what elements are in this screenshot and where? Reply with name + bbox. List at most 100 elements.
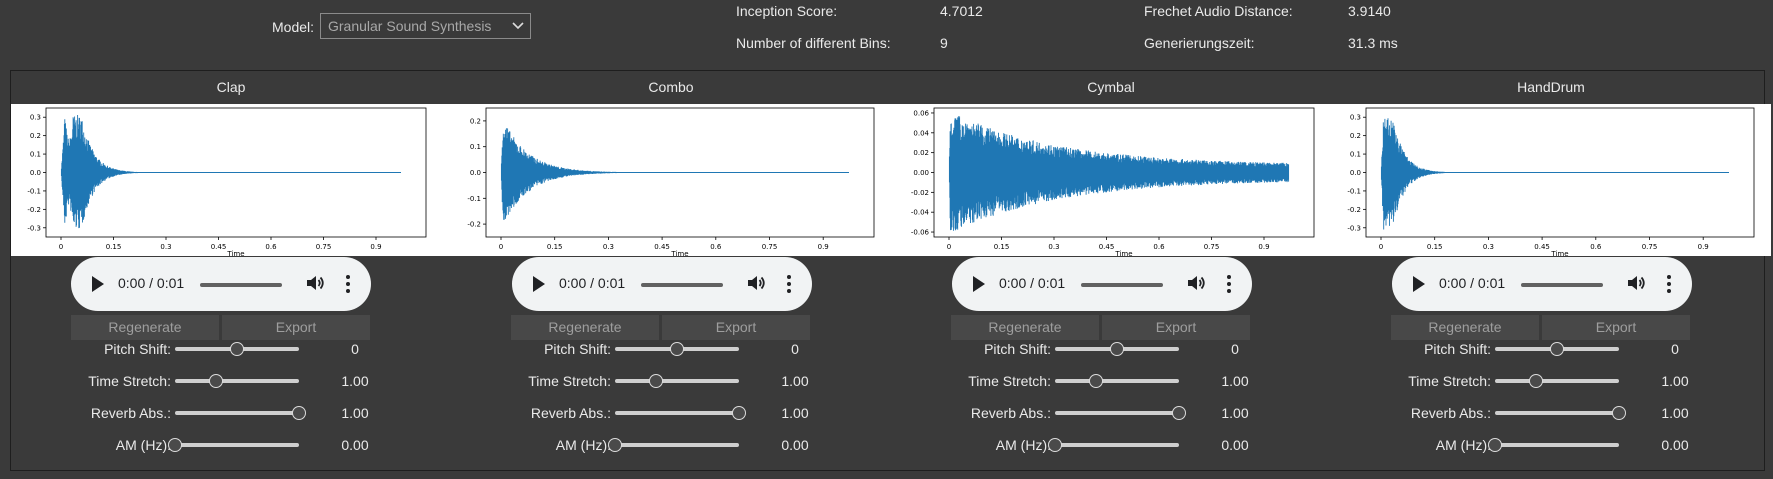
volume-icon[interactable] bbox=[1626, 273, 1646, 293]
control-value: 1.00 bbox=[781, 405, 809, 421]
audio-progress-track[interactable] bbox=[200, 283, 282, 287]
play-icon[interactable] bbox=[973, 276, 985, 292]
slider-thumb[interactable] bbox=[1088, 374, 1103, 388]
slider-thumb[interactable] bbox=[1172, 406, 1186, 420]
slider-thumb[interactable] bbox=[1612, 406, 1626, 420]
x-tick-label: 0.75 bbox=[1642, 243, 1658, 251]
slider-track[interactable] bbox=[1055, 411, 1179, 415]
play-icon[interactable] bbox=[92, 276, 104, 292]
control-value: 0 bbox=[791, 341, 799, 357]
x-tick-label: 0.9 bbox=[1698, 243, 1709, 251]
control-label: Reverb Abs.: bbox=[90, 405, 171, 421]
slider-track[interactable] bbox=[1495, 443, 1619, 447]
control-label: Time Stretch: bbox=[528, 373, 611, 389]
model-select[interactable]: Granular Sound Synthesis bbox=[320, 13, 531, 39]
slider-track[interactable] bbox=[1055, 379, 1179, 383]
bins-label: Number of different Bins: bbox=[736, 35, 891, 51]
x-tick-label: 0.75 bbox=[1204, 243, 1220, 251]
waveform-plot: 0.3 0.2 0.1 0.0 -0.1 -0.2 -0.3 0 0.15 0.3 0.45 0.6 0… bbox=[11, 104, 451, 256]
y-tick-label: -0.3 bbox=[1347, 224, 1361, 232]
slider-thumb[interactable] bbox=[292, 406, 306, 420]
slider-thumb[interactable] bbox=[1528, 374, 1543, 388]
control-value: 0.00 bbox=[341, 437, 369, 453]
regenerate-button[interactable]: Regenerate bbox=[511, 315, 659, 340]
audio-progress-track[interactable] bbox=[1081, 283, 1163, 287]
slider-track[interactable] bbox=[175, 443, 299, 447]
audio-player[interactable]: 0:00 / 0:01 bbox=[952, 257, 1252, 311]
fad-value: 3.9140 bbox=[1348, 3, 1391, 19]
audio-time: 0:00 / 0:01 bbox=[999, 275, 1066, 291]
export-button[interactable]: Export bbox=[1102, 315, 1250, 340]
y-tick-label: 0.00 bbox=[913, 169, 929, 177]
more-vert-icon[interactable] bbox=[345, 274, 351, 294]
x-tick-label: 0.9 bbox=[1258, 243, 1269, 251]
regenerate-button[interactable]: Regenerate bbox=[951, 315, 1099, 340]
play-icon[interactable] bbox=[1413, 276, 1425, 292]
slider-thumb[interactable] bbox=[1550, 342, 1564, 356]
x-tick-label: 0 bbox=[1379, 243, 1383, 251]
slider-track[interactable] bbox=[1495, 411, 1619, 415]
slider-thumb[interactable] bbox=[230, 342, 244, 356]
regenerate-button[interactable]: Regenerate bbox=[1391, 315, 1539, 340]
waveform-chart: 0.06 0.04 0.02 0.00 -0.02 -0.04 -0.06 0 0.15 0.3 0… bbox=[911, 107, 1315, 256]
slider-track[interactable] bbox=[1055, 443, 1179, 447]
sound-column: Clap 0.3 0.2 0.1 0.0 -0.1 -0.2 -0.3 0 0.15 0.3 0.45… bbox=[11, 71, 451, 471]
x-tick-label: 0.45 bbox=[654, 243, 670, 251]
slider-thumb[interactable] bbox=[208, 374, 223, 388]
slider-thumb[interactable] bbox=[732, 406, 746, 420]
export-button[interactable]: Export bbox=[662, 315, 810, 340]
slider-thumb[interactable] bbox=[168, 438, 182, 452]
volume-icon[interactable] bbox=[746, 273, 766, 293]
fad-label: Frechet Audio Distance: bbox=[1144, 3, 1293, 19]
audio-time: 0:00 / 0:01 bbox=[559, 275, 626, 291]
audio-progress-track[interactable] bbox=[1521, 283, 1603, 287]
volume-icon[interactable] bbox=[305, 273, 325, 293]
y-tick-label: 0.3 bbox=[30, 114, 41, 122]
x-tick-label: 0.45 bbox=[1534, 243, 1550, 251]
regenerate-button[interactable]: Regenerate bbox=[71, 315, 219, 340]
x-tick-label: 0.3 bbox=[603, 243, 614, 251]
more-vert-icon[interactable] bbox=[1226, 274, 1232, 294]
slider-thumb[interactable] bbox=[608, 438, 622, 452]
control-value: 1.00 bbox=[341, 405, 369, 421]
control-label: AM (Hz): bbox=[995, 437, 1051, 453]
play-icon[interactable] bbox=[533, 276, 545, 292]
slider-track[interactable] bbox=[175, 379, 299, 383]
volume-icon[interactable] bbox=[1186, 273, 1206, 293]
slider-track[interactable] bbox=[615, 379, 739, 383]
export-button[interactable]: Export bbox=[1542, 315, 1690, 340]
x-tick-label: 0.3 bbox=[1483, 243, 1494, 251]
audio-player[interactable]: 0:00 / 0:01 bbox=[512, 257, 812, 311]
slider-track[interactable] bbox=[615, 443, 739, 447]
control-label: Pitch Shift: bbox=[1424, 341, 1491, 357]
waveform-chart: 0.3 0.2 0.1 0.0 -0.1 -0.2 -0.3 0 0.15 0.3 0.45 0.6 0… bbox=[1347, 107, 1755, 256]
slider-track[interactable] bbox=[1495, 379, 1619, 383]
generation-time-label: Generierungszeit: bbox=[1144, 35, 1255, 51]
y-tick-label: 0.04 bbox=[913, 129, 929, 137]
waveform-chart: 0.2 0.1 0.0 -0.1 -0.2 0 0.15 0.3 0.45 0.6 0.75 0.9 T… bbox=[467, 107, 875, 256]
y-tick-label: 0.1 bbox=[470, 143, 481, 151]
x-tick-label: 0.75 bbox=[316, 243, 332, 251]
slider-thumb[interactable] bbox=[1048, 438, 1062, 452]
slider-thumb[interactable] bbox=[648, 374, 663, 388]
slider-thumb[interactable] bbox=[1488, 438, 1502, 452]
x-axis-label: Time bbox=[670, 250, 688, 256]
slider-thumb[interactable] bbox=[670, 342, 684, 356]
y-tick-label: 0.0 bbox=[470, 169, 481, 177]
control-value: 1.00 bbox=[781, 373, 809, 389]
export-button[interactable]: Export bbox=[222, 315, 370, 340]
audio-progress-track[interactable] bbox=[641, 283, 723, 287]
audio-player[interactable]: 0:00 / 0:01 bbox=[1392, 257, 1692, 311]
control-label: Reverb Abs.: bbox=[970, 405, 1051, 421]
more-vert-icon[interactable] bbox=[786, 274, 792, 294]
control-value: 0 bbox=[351, 341, 359, 357]
more-vert-icon[interactable] bbox=[1666, 274, 1672, 294]
audio-player[interactable]: 0:00 / 0:01 bbox=[71, 257, 371, 311]
y-tick-label: -0.1 bbox=[1347, 187, 1361, 195]
slider-thumb[interactable] bbox=[1110, 342, 1124, 356]
slider-track[interactable] bbox=[615, 411, 739, 415]
y-tick-label: 0.06 bbox=[913, 109, 929, 117]
slider-track[interactable] bbox=[175, 411, 299, 415]
control-value: 1.00 bbox=[341, 373, 369, 389]
audio-time: 0:00 / 0:01 bbox=[1439, 275, 1506, 291]
